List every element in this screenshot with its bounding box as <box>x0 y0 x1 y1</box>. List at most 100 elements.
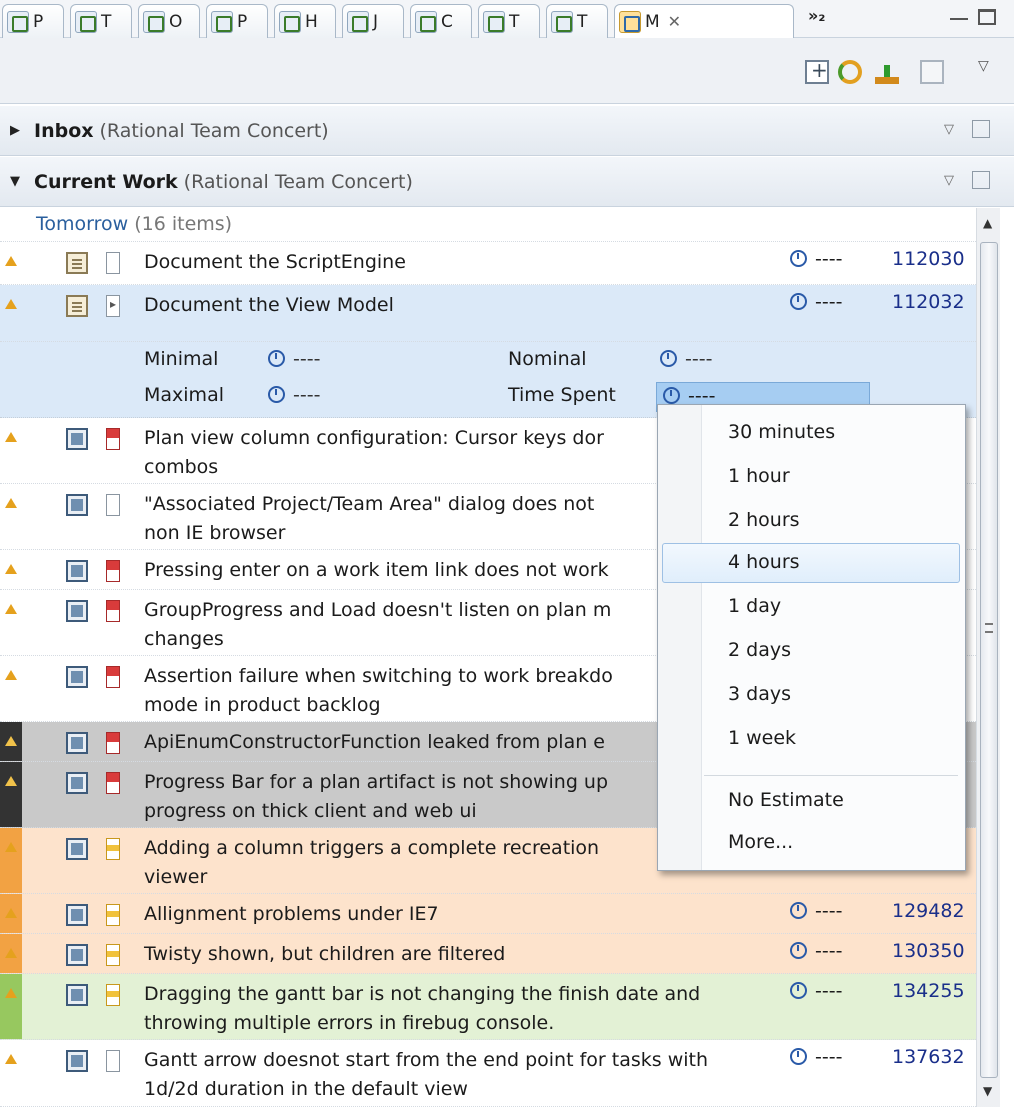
row-id-link[interactable]: 129482 <box>892 900 965 922</box>
section-subtitle: (Rational Team Concert) <box>99 119 329 142</box>
scroll-up-arrow-icon[interactable]: ▲ <box>983 216 992 230</box>
row-summary[interactable]: Document the ScriptEngine <box>144 248 784 277</box>
section-menu-icon[interactable]: ▽ <box>944 122 954 137</box>
priority-medium-icon <box>106 944 120 966</box>
menu-separator <box>704 775 958 776</box>
vertical-scrollbar[interactable]: ▲ ▼ <box>976 208 1000 1107</box>
task-type-icon <box>66 984 88 1006</box>
save-icon[interactable] <box>920 60 944 84</box>
priority-medium-icon <box>106 904 120 926</box>
minimal-label: Minimal <box>144 348 219 370</box>
import-icon[interactable] <box>875 60 899 84</box>
menu-item-no-estimate[interactable]: No Estimate <box>728 789 844 811</box>
tab-my-work[interactable]: M ✕ <box>614 4 794 38</box>
tab-label: C <box>441 11 453 32</box>
section-inbox[interactable]: ▶ Inbox (Rational Team Concert) ▽ <box>0 106 1014 156</box>
scrollbar-thumb[interactable] <box>980 242 998 1078</box>
row-estimate[interactable]: ---- <box>790 980 842 1002</box>
row-summary[interactable]: Document the View Model <box>144 291 784 320</box>
status-badge <box>0 1040 22 1106</box>
table-row[interactable]: Twisty shown, but children are filtered … <box>0 934 976 974</box>
status-badge <box>0 894 22 933</box>
row-summary[interactable]: Twisty shown, but children are filtered <box>144 940 784 969</box>
row-estimate[interactable]: ---- <box>790 900 842 922</box>
menu-item-more[interactable]: More... <box>728 831 793 853</box>
row-id-link[interactable]: 137632 <box>892 1046 965 1068</box>
maximal-value[interactable]: ---- <box>268 384 320 406</box>
minimize-icon[interactable] <box>950 6 968 20</box>
menu-highlight <box>662 543 960 583</box>
row-summary[interactable]: Allignment problems under IE7 <box>144 900 784 929</box>
tab-t2[interactable]: T <box>478 4 540 38</box>
tab-j[interactable]: J <box>342 4 404 38</box>
external-link-icon[interactable] <box>972 120 990 138</box>
priority-medium-icon <box>106 984 120 1006</box>
view-icon <box>7 10 29 33</box>
menu-item-30-minutes[interactable]: 30 minutes <box>728 421 835 443</box>
history-icon <box>279 10 301 33</box>
tab-o[interactable]: O <box>138 4 200 38</box>
collapsed-twisty-icon[interactable]: ▶ <box>10 123 34 138</box>
row-estimate[interactable]: ---- <box>790 1046 842 1068</box>
menu-item-1-hour[interactable]: 1 hour <box>728 465 790 487</box>
warning-icon <box>5 604 17 614</box>
row-estimate[interactable]: ---- <box>790 248 842 270</box>
status-badge <box>0 590 22 655</box>
row-estimate[interactable]: ---- <box>790 940 842 962</box>
table-row[interactable]: Gantt arrow doesnot start from the end p… <box>0 1040 976 1107</box>
table-row-selected[interactable]: Document the View Model ---- 112032 <box>0 285 976 342</box>
tab-t3[interactable]: T <box>546 4 608 38</box>
task-type-icon <box>66 1050 88 1072</box>
task-type-icon <box>66 600 88 622</box>
nominal-value[interactable]: ---- <box>660 348 712 370</box>
external-link-icon[interactable] <box>972 171 990 189</box>
priority-high-icon <box>106 772 120 794</box>
refresh-icon[interactable] <box>838 60 862 84</box>
menu-item-1-day[interactable]: 1 day <box>728 595 781 617</box>
status-badge <box>0 762 22 827</box>
clock-icon <box>790 902 807 919</box>
expand-all-icon[interactable] <box>805 58 829 84</box>
table-row[interactable]: Allignment problems under IE7 ---- 12948… <box>0 894 976 934</box>
tab-label: P <box>33 11 44 32</box>
task-type-icon <box>66 732 88 754</box>
tab-c[interactable]: C <box>410 4 472 38</box>
warning-icon <box>5 498 17 508</box>
status-badge <box>0 484 22 549</box>
tab-p2[interactable]: P <box>206 4 268 38</box>
table-row[interactable]: Dragging the gantt bar is not changing t… <box>0 974 976 1040</box>
row-id-link[interactable]: 130350 <box>892 940 965 962</box>
close-icon[interactable]: ✕ <box>668 12 681 31</box>
maximize-icon[interactable] <box>978 9 996 25</box>
status-badge <box>0 285 22 341</box>
clock-icon <box>790 982 807 999</box>
row-id-link[interactable]: 134255 <box>892 980 965 1002</box>
tabs-overflow-chevron[interactable]: »₂ <box>808 6 825 25</box>
section-current-work[interactable]: ▼ Current Work (Rational Team Concert) ▽ <box>0 157 1014 207</box>
menu-item-4-hours[interactable]: 4 hours <box>728 551 800 573</box>
tab-label: J <box>373 11 379 32</box>
view-menu-icon[interactable]: ▽ <box>978 58 989 74</box>
junit-icon <box>347 10 369 33</box>
outline-icon <box>143 10 165 33</box>
tab-h[interactable]: H <box>274 4 336 38</box>
table-row[interactable]: Document the ScriptEngine ---- 112030 <box>0 242 976 285</box>
menu-item-2-hours[interactable]: 2 hours <box>728 509 800 531</box>
row-id-link[interactable]: 112032 <box>892 291 965 313</box>
row-summary[interactable]: Gantt arrow doesnot start from the end p… <box>144 1046 784 1104</box>
scroll-down-arrow-icon[interactable]: ▼ <box>983 1084 992 1098</box>
row-summary[interactable]: Dragging the gantt bar is not changing t… <box>144 980 784 1038</box>
tab-t[interactable]: T <box>70 4 132 38</box>
status-badge <box>0 242 22 284</box>
row-estimate[interactable]: ---- <box>790 291 842 313</box>
section-menu-icon[interactable]: ▽ <box>944 173 954 188</box>
group-header[interactable]: Tomorrow (16 items) <box>0 208 976 242</box>
task-type-icon <box>66 838 88 860</box>
row-id-link[interactable]: 112030 <box>892 248 965 270</box>
menu-item-2-days[interactable]: 2 days <box>728 639 791 661</box>
minimal-value[interactable]: ---- <box>268 348 320 370</box>
tab-p[interactable]: P <box>2 4 64 38</box>
expanded-twisty-icon[interactable]: ▼ <box>10 174 34 189</box>
menu-item-3-days[interactable]: 3 days <box>728 683 791 705</box>
menu-item-1-week[interactable]: 1 week <box>728 727 796 749</box>
